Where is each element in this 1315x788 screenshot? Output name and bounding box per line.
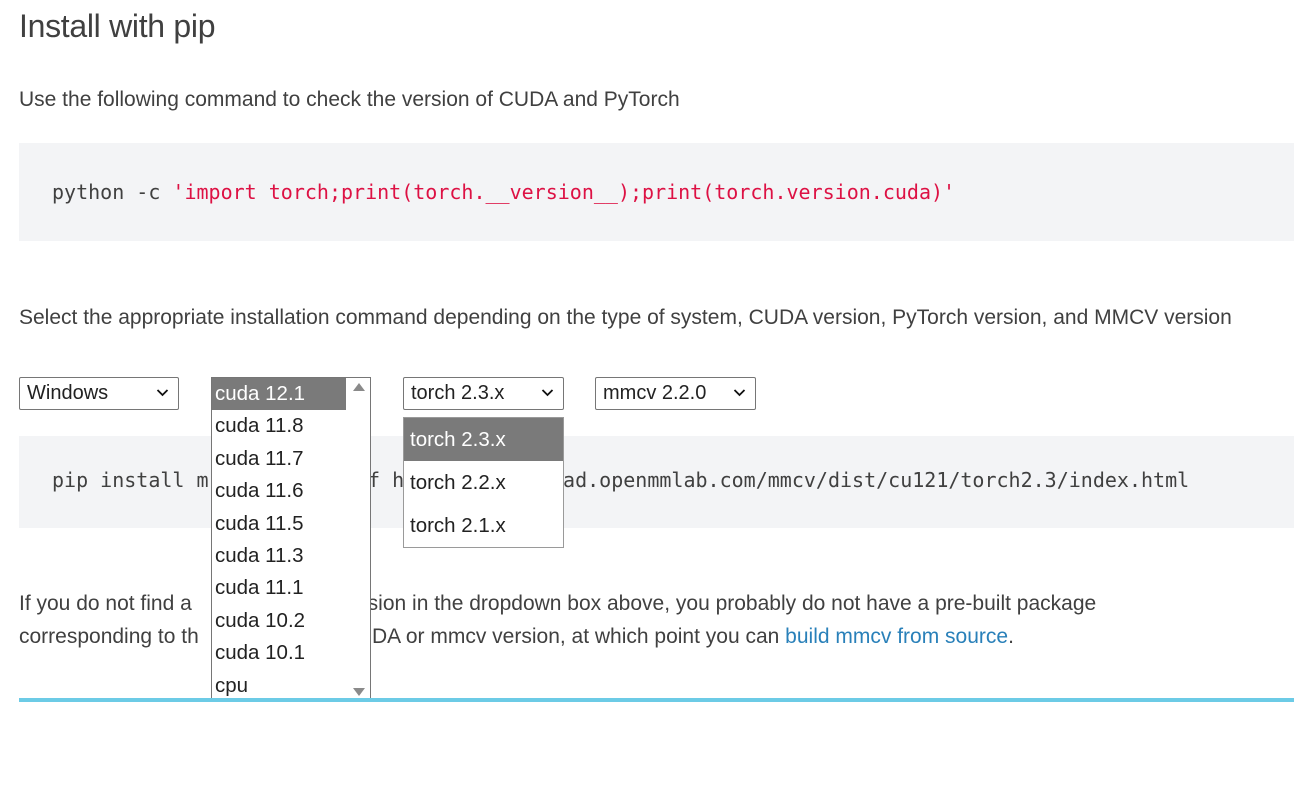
mmcv-select-value: mmcv 2.2.0 xyxy=(603,382,707,404)
chevron-down-icon xyxy=(541,378,554,420)
code-command: python -c xyxy=(52,180,173,204)
code-string: 'import torch;print(torch.__version__);p… xyxy=(172,180,956,204)
notice-text: . xyxy=(1008,625,1014,648)
torch-option[interactable]: torch 2.2.x xyxy=(404,461,563,504)
install-command-part: f h xyxy=(368,468,405,492)
torch-option[interactable]: torch 2.1.x xyxy=(404,504,563,547)
cuda-option[interactable]: cuda 11.8 xyxy=(212,410,346,442)
intro-text: Use the following command to check the v… xyxy=(19,88,680,111)
torch-select[interactable]: torch 2.3.x xyxy=(403,377,564,410)
chevron-down-icon xyxy=(156,378,169,420)
chevron-down-icon xyxy=(733,378,746,420)
torch-select-dropdown[interactable]: torch 2.3.x torch 2.2.x torch 2.1.x xyxy=(403,417,564,548)
system-select[interactable]: Windows xyxy=(19,377,179,410)
install-command-part: pip install m xyxy=(52,468,209,492)
cuda-option[interactable]: cuda 12.1 xyxy=(212,378,346,411)
cuda-option[interactable]: cuda 10.1 xyxy=(212,637,346,669)
notice-text: ersion in the dropdown box above, you pr… xyxy=(349,592,1097,615)
select-instructions: Select the appropriate installation comm… xyxy=(19,306,1232,329)
torch-select-value: torch 2.3.x xyxy=(411,382,505,404)
cuda-option[interactable]: cuda 10.2 xyxy=(212,605,346,637)
cuda-option[interactable]: cuda 11.7 xyxy=(212,443,346,475)
cuda-option[interactable]: cuda 11.3 xyxy=(212,540,346,572)
check-version-code-block: python -c 'import torch;print(torch.__ve… xyxy=(19,143,1294,241)
cuda-scrollbar[interactable] xyxy=(348,378,370,702)
system-select-value: Windows xyxy=(27,382,109,404)
notice-line-2-right: DA or mmcv version, at which point you c… xyxy=(372,625,1014,649)
notice-text: corresponding to th xyxy=(19,625,199,648)
notice-line-1: If you do not find a xyxy=(19,592,192,616)
notice-line-1-right: ersion in the dropdown box above, you pr… xyxy=(349,592,1096,616)
notice-text: DA or mmcv version, at which point you c… xyxy=(372,625,786,648)
scroll-up-arrow-icon[interactable] xyxy=(353,382,365,394)
torch-option[interactable]: torch 2.3.x xyxy=(404,418,563,461)
cuda-option[interactable]: cuda 11.1 xyxy=(212,572,346,604)
build-from-source-link[interactable]: build mmcv from source xyxy=(785,625,1008,648)
cuda-option[interactable]: cuda 11.5 xyxy=(212,508,346,540)
notice-line-2: corresponding to th xyxy=(19,625,199,649)
mmcv-select[interactable]: mmcv 2.2.0 xyxy=(595,377,756,410)
cuda-select-dropdown[interactable]: cuda 12.1 cuda 11.8 cuda 11.7 cuda 11.6 … xyxy=(211,377,371,702)
section-divider xyxy=(19,698,1294,702)
install-command-part: oad.openmmlab.com/mmcv/dist/cu121/torch2… xyxy=(551,468,1190,492)
notice-text: If you do not find a xyxy=(19,592,192,615)
page-title: Install with pip xyxy=(19,8,216,44)
cuda-option[interactable]: cuda 11.6 xyxy=(212,475,346,507)
